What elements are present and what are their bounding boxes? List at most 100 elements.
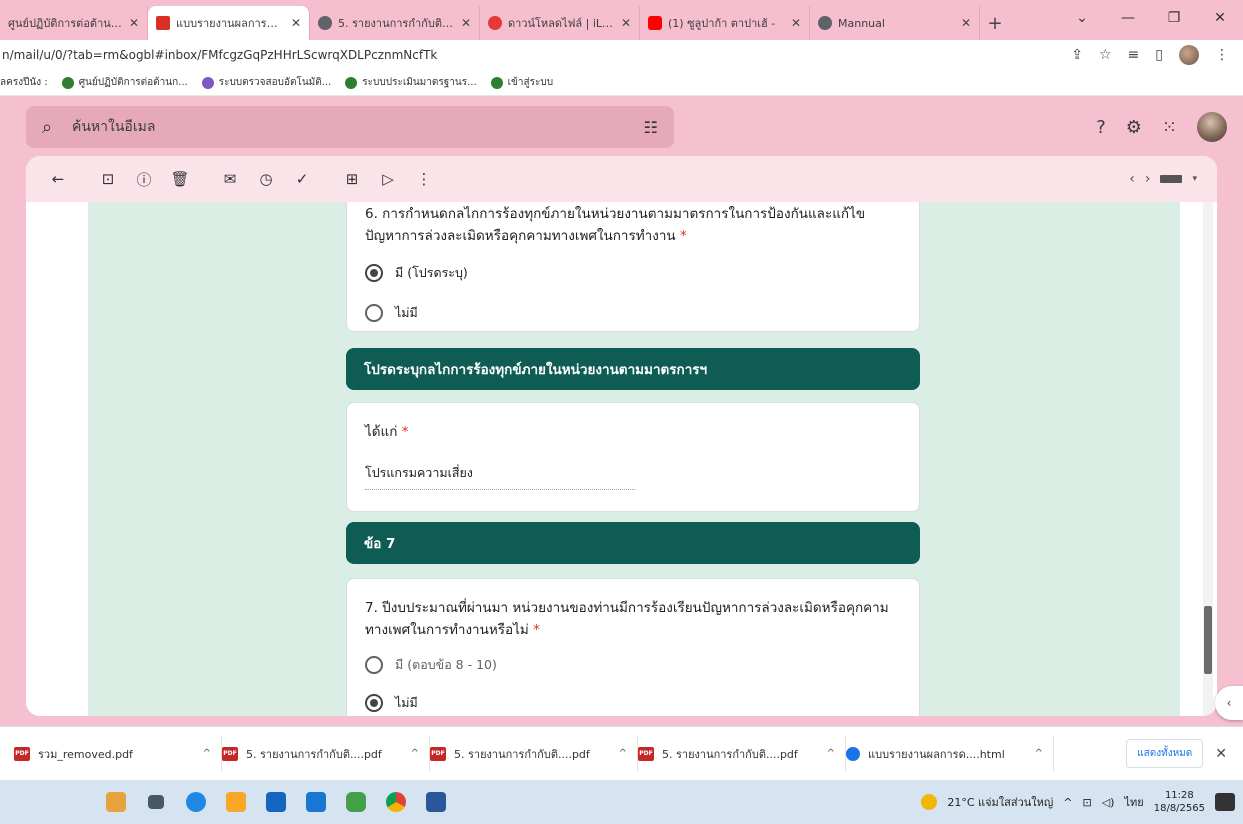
tab-close-icon[interactable]: ✕	[791, 16, 801, 30]
back-arrow-icon[interactable]: ←	[40, 161, 76, 197]
browser-tab-active[interactable]: แบบรายงานผลการดำเนินก ✕	[148, 6, 310, 40]
tab-close-icon[interactable]: ✕	[621, 16, 631, 30]
bookmark-item[interactable]: ศูนย์ปฏิบัติการต่อต้านก...	[61, 75, 188, 90]
input-language[interactable]: ไทย	[1124, 793, 1143, 811]
close-download-bar-icon[interactable]: ✕	[1215, 746, 1227, 762]
browser-tab[interactable]: 5. รายงานการกำกับติดตามฯ ✕	[310, 6, 480, 40]
chevron-left-icon[interactable]: ‹	[1129, 171, 1135, 187]
gear-icon[interactable]: ⚙	[1126, 117, 1142, 138]
scrollbar-thumb[interactable]	[1204, 606, 1212, 674]
more-vert-icon[interactable]: ⋮	[406, 161, 442, 197]
radio-option[interactable]: ไม่มี	[365, 303, 901, 323]
radio-option[interactable]: ไม่มี	[365, 693, 901, 713]
profile-avatar[interactable]	[1179, 45, 1199, 65]
chrome-icon[interactable]	[376, 782, 416, 822]
notification-icon[interactable]	[1215, 793, 1235, 811]
download-item[interactable]: PDF รวม_removed.pdf ^	[14, 735, 222, 772]
restore-icon[interactable]: ❐	[1151, 0, 1197, 36]
help-icon[interactable]: ?	[1096, 117, 1106, 138]
radio-selected-icon[interactable]	[365, 264, 383, 282]
radio-option[interactable]: มี (โปรดระบุ)	[365, 263, 901, 283]
tab-close-icon[interactable]: ✕	[961, 16, 971, 30]
clock[interactable]: 11:28 18/8/2565	[1154, 789, 1205, 815]
network-icon[interactable]: ⊡	[1083, 796, 1092, 809]
volume-icon[interactable]: ◁)	[1102, 796, 1115, 809]
tab-title: ดาวน์โหลดไฟล์ | iLovePDF	[508, 17, 615, 30]
scrollbar[interactable]	[1203, 202, 1213, 716]
search-icon[interactable]: ⌕	[42, 117, 72, 138]
chevron-up-icon[interactable]: ^	[203, 748, 211, 759]
expand-side-panel-icon[interactable]: ‹	[1215, 686, 1243, 720]
radio-unselected-icon[interactable]	[365, 304, 383, 322]
bookmark-label: ศูนย์ปฏิบัติการต่อต้านก...	[78, 77, 188, 88]
chevron-up-icon[interactable]: ^	[619, 748, 627, 759]
pdf-file-icon: PDF	[14, 746, 30, 761]
mail-toolbar: ← ⊡ ⓘ 🗑 ✉ ◷ ✓ ⊞ ▷ ⋮ ‹ › ▾	[26, 156, 1217, 202]
weather-sun-icon[interactable]	[921, 794, 938, 810]
account-avatar[interactable]	[1197, 112, 1227, 142]
bookmark-item[interactable]: ระบบตรวจสอบอัตโนมัติ...	[201, 75, 331, 90]
chevron-right-icon[interactable]: ›	[1145, 171, 1151, 187]
tab-close-icon[interactable]: ✕	[291, 16, 301, 30]
url-input[interactable]: n/mail/u/0/?tab=rm&ogbl#inbox/FMfcgzGqPz…	[0, 48, 437, 62]
task-view-icon[interactable]	[136, 782, 176, 822]
line-app-icon[interactable]	[336, 782, 376, 822]
radio-option[interactable]: มี (ตอบข้อ 8 - 10)	[365, 655, 901, 675]
download-item[interactable]: แบบรายงานผลการด....html ^	[846, 735, 1054, 772]
tab-close-icon[interactable]: ✕	[461, 16, 471, 30]
side-panel-icon[interactable]: ▯	[1155, 47, 1163, 63]
widgets-icon[interactable]	[96, 782, 136, 822]
search-options-icon[interactable]: ☷	[644, 118, 658, 137]
delete-icon[interactable]: 🗑	[162, 161, 198, 197]
bookmark-item[interactable]: ลครงปีนัง :	[0, 75, 48, 90]
chevron-down-icon[interactable]: ⌄	[1059, 0, 1105, 36]
browser-tab[interactable]: ศูนย์ปฏิบัติการต่อต้านการท ✕	[0, 6, 148, 40]
word-icon[interactable]	[416, 782, 456, 822]
chevron-down-icon[interactable]: ▾	[1192, 174, 1197, 184]
snooze-clock-icon[interactable]: ◷	[248, 161, 284, 197]
add-task-icon[interactable]: ✓	[284, 161, 320, 197]
mail-search-bar[interactable]: ⌕ ค้นหาในอีเมล ☷	[26, 106, 674, 148]
download-item[interactable]: PDF 5. รายงานการกำกับติ....pdf ^	[638, 735, 846, 772]
radio-selected-icon[interactable]	[365, 694, 383, 712]
new-tab-button[interactable]: +	[980, 6, 1010, 40]
chevron-up-icon[interactable]: ^	[1035, 748, 1043, 759]
answer-field[interactable]: โปรแกรมความเสี่ยง	[365, 463, 635, 490]
more-vert-icon[interactable]: ⋮	[1215, 47, 1229, 63]
chevron-up-icon[interactable]: ^	[1063, 796, 1072, 809]
bookmark-star-icon[interactable]: ☆	[1099, 47, 1112, 63]
edge-browser-icon[interactable]	[176, 782, 216, 822]
mark-unread-icon[interactable]: ✉	[212, 161, 248, 197]
option-label: มี (โปรดระบุ)	[395, 265, 468, 280]
archive-icon[interactable]: ⊡	[90, 161, 126, 197]
mail-view: ← ⊡ ⓘ 🗑 ✉ ◷ ✓ ⊞ ▷ ⋮ ‹ › ▾ 6. การกำหนดกลไ…	[26, 156, 1217, 716]
bookmark-item[interactable]: ระบบประเมินมาตรฐานร...	[345, 75, 477, 90]
reading-list-icon[interactable]: ≡	[1128, 47, 1140, 63]
close-window-icon[interactable]: ✕	[1197, 0, 1243, 36]
report-spam-icon[interactable]: ⓘ	[126, 161, 162, 197]
chevron-up-icon[interactable]: ^	[411, 748, 419, 759]
chevron-up-icon[interactable]: ^	[827, 748, 835, 759]
show-all-downloads-button[interactable]: แสดงทั้งหมด	[1126, 739, 1204, 768]
question-6-text: 6. การกำหนดกลไกการร้องทุกข์ภายในหน่วยงาน…	[365, 206, 866, 244]
mail-app-icon[interactable]	[296, 782, 336, 822]
keyboard-icon[interactable]	[1160, 175, 1183, 183]
minimize-icon[interactable]: —	[1105, 0, 1151, 36]
download-item[interactable]: PDF 5. รายงานการกำกับติ....pdf ^	[430, 735, 638, 772]
radio-unselected-icon[interactable]	[365, 656, 383, 674]
browser-tab[interactable]: ดาวน์โหลดไฟล์ | iLovePDF ✕	[480, 6, 640, 40]
share-icon[interactable]: ⇪	[1071, 47, 1083, 63]
file-explorer-icon[interactable]	[216, 782, 256, 822]
move-to-icon[interactable]: ⊞	[334, 161, 370, 197]
label-icon[interactable]: ▷	[370, 161, 406, 197]
youtube-favicon-icon	[648, 16, 662, 30]
apps-grid-icon[interactable]: ⁙	[1162, 117, 1177, 138]
store-icon[interactable]	[256, 782, 296, 822]
bookmark-item[interactable]: เข้าสู่ระบบ	[490, 75, 553, 90]
download-item[interactable]: PDF 5. รายงานการกำกับติ....pdf ^	[222, 735, 430, 772]
weather-text[interactable]: 21°C แจ่มใสส่วนใหญ่	[947, 793, 1053, 811]
browser-tab[interactable]: Mannual ✕	[810, 6, 980, 40]
tab-close-icon[interactable]: ✕	[129, 16, 139, 30]
browser-tab[interactable]: (1) ซูลูปาก้า ตาปาเฮ้ - ✕	[640, 6, 810, 40]
search-input[interactable]: ค้นหาในอีเมล	[72, 116, 644, 138]
